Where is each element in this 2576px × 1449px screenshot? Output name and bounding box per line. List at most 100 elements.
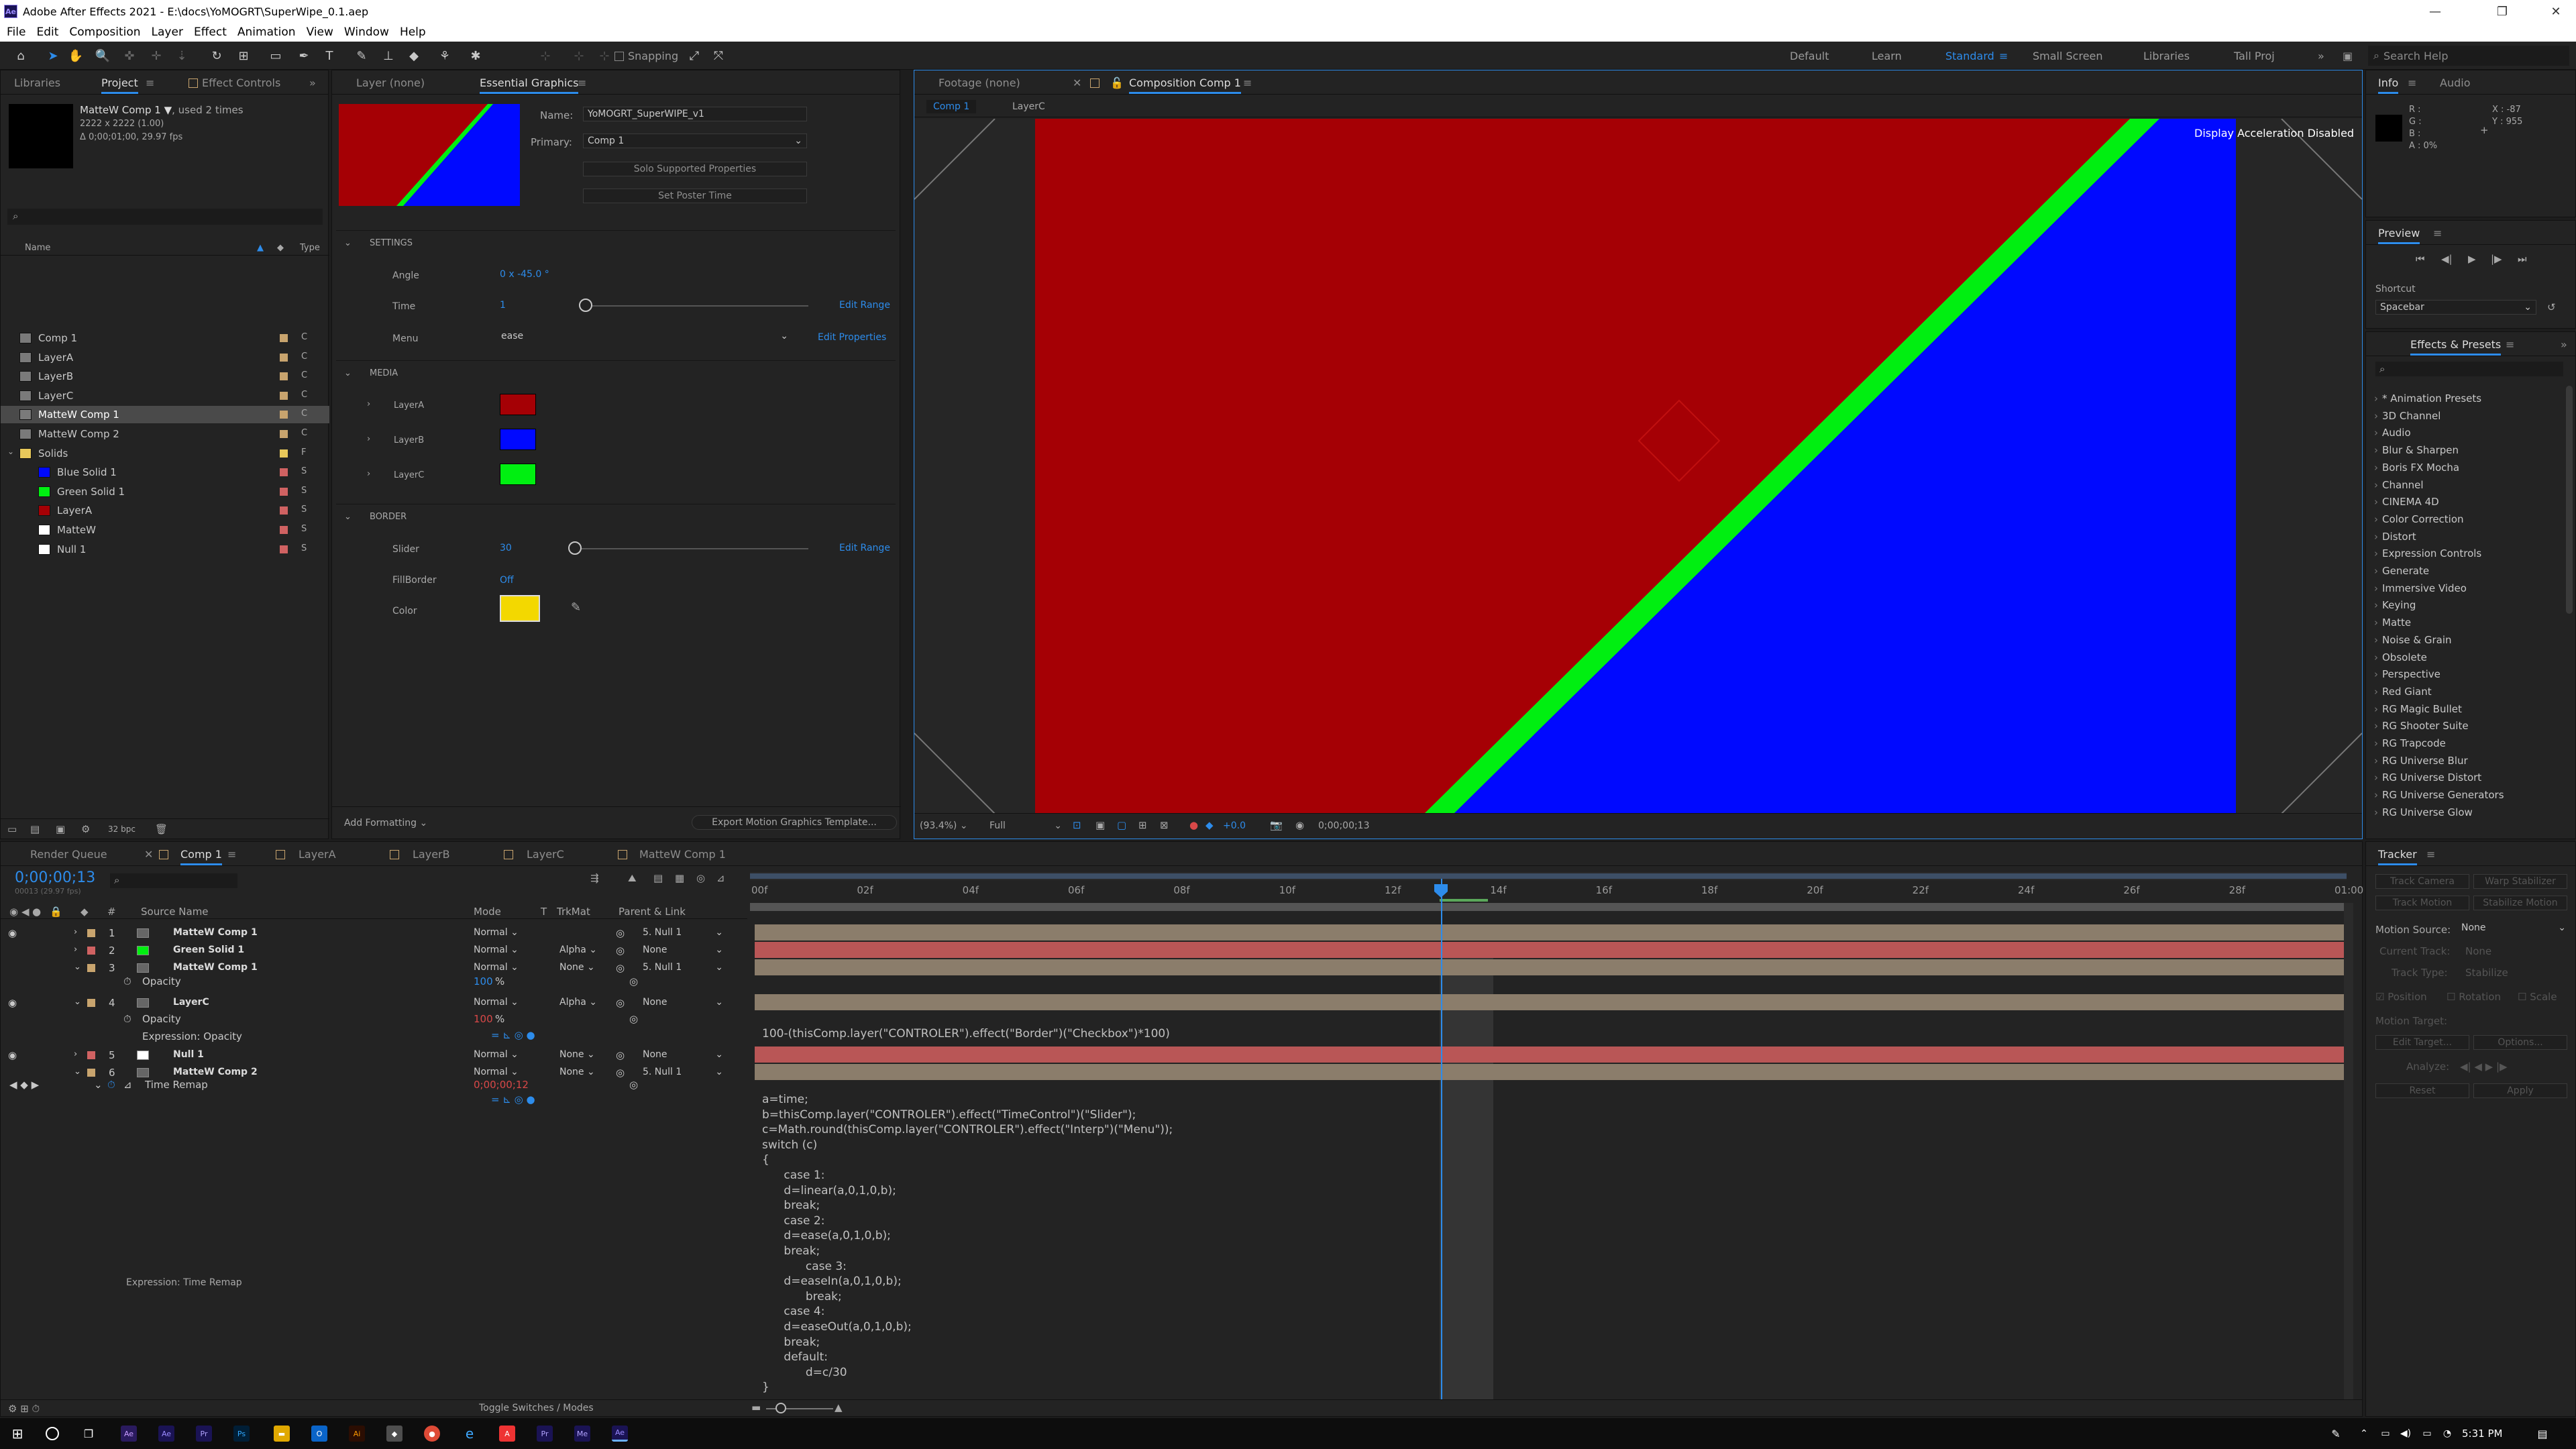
premiere-rush-icon[interactable]: Pr — [537, 1426, 553, 1442]
layer-bar-3[interactable] — [755, 959, 2345, 975]
search-help-field[interactable]: ⌕ Search Help — [2368, 46, 2569, 66]
label-color[interactable] — [280, 372, 288, 381]
workspace-libraries[interactable]: Libraries — [2143, 50, 2190, 62]
opacity-value[interactable]: 100 — [474, 1013, 493, 1025]
zoom-out-icon[interactable]: ▬ — [751, 1401, 761, 1413]
wifi-icon[interactable]: ◔ — [2439, 1426, 2455, 1442]
timeline-layer-row[interactable]: › 2 Green Solid 1 Normal ⌄ Alpha ⌄ ◎ Non… — [0, 942, 747, 959]
layer-parent-dropdown[interactable]: 5. Null 1 ⌄ — [643, 927, 723, 938]
panel-menu-icon[interactable]: ≡ — [1243, 76, 1252, 89]
panel-menu-icon[interactable]: ≡ — [227, 848, 236, 861]
label-color[interactable] — [280, 411, 288, 419]
snapping-toggle[interactable]: Snapping — [614, 50, 678, 62]
rotation-checkbox[interactable]: ☐ Rotation — [2447, 991, 2501, 1003]
opacity-value[interactable]: 100 — [474, 975, 493, 987]
project-search-input[interactable]: ⌕ — [7, 209, 323, 225]
close-button[interactable]: ✕ — [2536, 0, 2576, 23]
puppet-tool-icon[interactable]: ✱ — [467, 47, 484, 64]
label-color[interactable] — [87, 964, 95, 972]
effect-category[interactable]: › * Animation Presets — [2366, 392, 2481, 405]
channels-icon[interactable]: ⊠ — [1160, 819, 1169, 831]
tab-layerA[interactable]: LayerA — [299, 848, 336, 861]
col-source-name[interactable]: Source Name — [141, 906, 209, 918]
show-snapshot-icon[interactable]: ◉ — [1295, 819, 1304, 831]
premiere-taskbar-icon[interactable]: Pr — [196, 1426, 212, 1442]
illustrator-icon[interactable]: Ai — [349, 1426, 365, 1442]
edit-target-button[interactable]: Edit Target... — [2375, 1035, 2469, 1050]
close-icon[interactable]: ✕ — [1073, 76, 1081, 89]
stopwatch-icon[interactable]: ⏱ — [123, 975, 131, 987]
project-item[interactable]: Blue Solid 1 S — [1, 464, 329, 481]
lock-icon[interactable]: 🔒 — [50, 906, 62, 918]
pickwhip-icon[interactable]: ◎ — [616, 927, 625, 939]
project-item[interactable]: Green Solid 1 S — [1, 483, 329, 500]
tab-composition[interactable]: Composition Comp 1 — [1129, 76, 1241, 94]
time-slider-handle[interactable] — [579, 299, 592, 312]
effect-category[interactable]: › RG Universe Blur — [2366, 755, 2468, 767]
exposure-value[interactable]: +0.0 — [1223, 820, 1246, 831]
chevron-right-icon[interactable]: › — [367, 434, 370, 444]
mask-visibility-icon[interactable]: ▢ — [1117, 819, 1126, 831]
label-color[interactable] — [280, 334, 288, 342]
rotate-tool-icon[interactable]: ↻ — [208, 47, 225, 64]
pickwhip-icon[interactable]: ◎ — [616, 997, 625, 1009]
workspace-default[interactable]: Default — [1790, 50, 1829, 62]
layer-parent-dropdown[interactable]: None ⌄ — [643, 997, 723, 1008]
type-tool-icon[interactable]: T — [321, 47, 338, 64]
roto-tool-icon[interactable]: ⚘ — [436, 47, 453, 64]
panel-menu-icon[interactable]: ≡ — [2408, 76, 2416, 89]
comp-timecode[interactable]: 0;00;00;13 — [1318, 820, 1370, 831]
layer-trkmat-dropdown[interactable]: None ⌄ — [559, 1049, 595, 1060]
layer-switches-icon[interactable]: ⚙ ⊞ ⏱ — [8, 1403, 40, 1415]
next-frame-icon[interactable]: |▶ — [2491, 253, 2502, 265]
outlook-icon[interactable]: O — [311, 1426, 327, 1442]
tab-preview[interactable]: Preview — [2378, 227, 2420, 244]
pickwhip-icon[interactable]: ◎ — [629, 1079, 638, 1091]
expression-enable-icon[interactable]: = ⊾ ◎ ● — [491, 1029, 535, 1041]
rectangle-tool-icon[interactable]: ▭ — [267, 47, 284, 64]
menu-window[interactable]: Window — [344, 25, 389, 39]
tab-render-queue[interactable]: Render Queue — [30, 848, 107, 861]
timeline-scrollbar[interactable] — [2344, 903, 2353, 1399]
graph-editor-icon[interactable]: ⊿ — [716, 872, 725, 884]
effect-category[interactable]: › RG Universe Generators — [2366, 789, 2504, 801]
stabilize-motion-button[interactable]: Stabilize Motion — [2473, 896, 2567, 910]
chevron-down-icon[interactable]: ⌄ — [74, 997, 81, 1007]
frame-blending-icon[interactable]: ▦ — [675, 872, 684, 884]
after-effects-taskbar-icon[interactable]: Ae — [121, 1426, 137, 1442]
effect-category[interactable]: › Matte — [2366, 616, 2411, 629]
fillborder-value[interactable]: Off — [500, 575, 514, 586]
layer-bar-1[interactable] — [755, 924, 2345, 941]
tab-layer[interactable]: Layer (none) — [356, 76, 425, 89]
windows-start-icon[interactable]: ⊞ — [9, 1426, 25, 1442]
layer-bar-5[interactable] — [755, 1046, 2345, 1063]
effect-category[interactable]: › Distort — [2366, 531, 2416, 543]
effect-category[interactable]: › Noise & Grain — [2366, 634, 2452, 646]
layer-parent-dropdown[interactable]: None ⌄ — [643, 945, 723, 955]
layer-bar-6[interactable] — [755, 1064, 2345, 1080]
work-area-bar[interactable] — [750, 872, 2347, 880]
label-color[interactable] — [280, 391, 288, 400]
label-color[interactable] — [87, 929, 95, 937]
menu-composition[interactable]: Composition — [69, 25, 140, 39]
effect-category[interactable]: › Audio — [2366, 427, 2411, 439]
time-value[interactable]: 1 — [500, 300, 506, 311]
time-slider[interactable] — [580, 305, 808, 307]
workspace-toggle-icon[interactable]: ▣ — [2343, 50, 2353, 62]
minimize-button[interactable]: — — [2415, 0, 2455, 23]
label-color[interactable] — [87, 947, 95, 955]
project-item[interactable]: Null 1 S — [1, 541, 329, 558]
label-color[interactable] — [280, 353, 288, 362]
menu-edit[interactable]: Edit — [36, 25, 58, 39]
workspace-standard[interactable]: Standard — [1945, 50, 1994, 62]
panel-menu-icon[interactable]: ≡ — [2426, 848, 2435, 861]
col-t[interactable]: T — [541, 906, 547, 918]
effect-category[interactable]: › Channel — [2366, 479, 2424, 491]
snap-option-icon[interactable]: ⤢ — [686, 47, 703, 64]
effect-category[interactable]: › Keying — [2366, 599, 2416, 611]
acrobat-icon[interactable]: A — [499, 1426, 515, 1442]
volume-icon[interactable]: ◀) — [2398, 1426, 2414, 1442]
current-track-value[interactable]: None — [2465, 945, 2491, 957]
timeline-layer-row[interactable]: ◉ › 5 Null 1 Normal ⌄ None ⌄ ◎ None ⌄ — [0, 1046, 747, 1064]
apply-button[interactable]: Apply — [2473, 1083, 2567, 1098]
